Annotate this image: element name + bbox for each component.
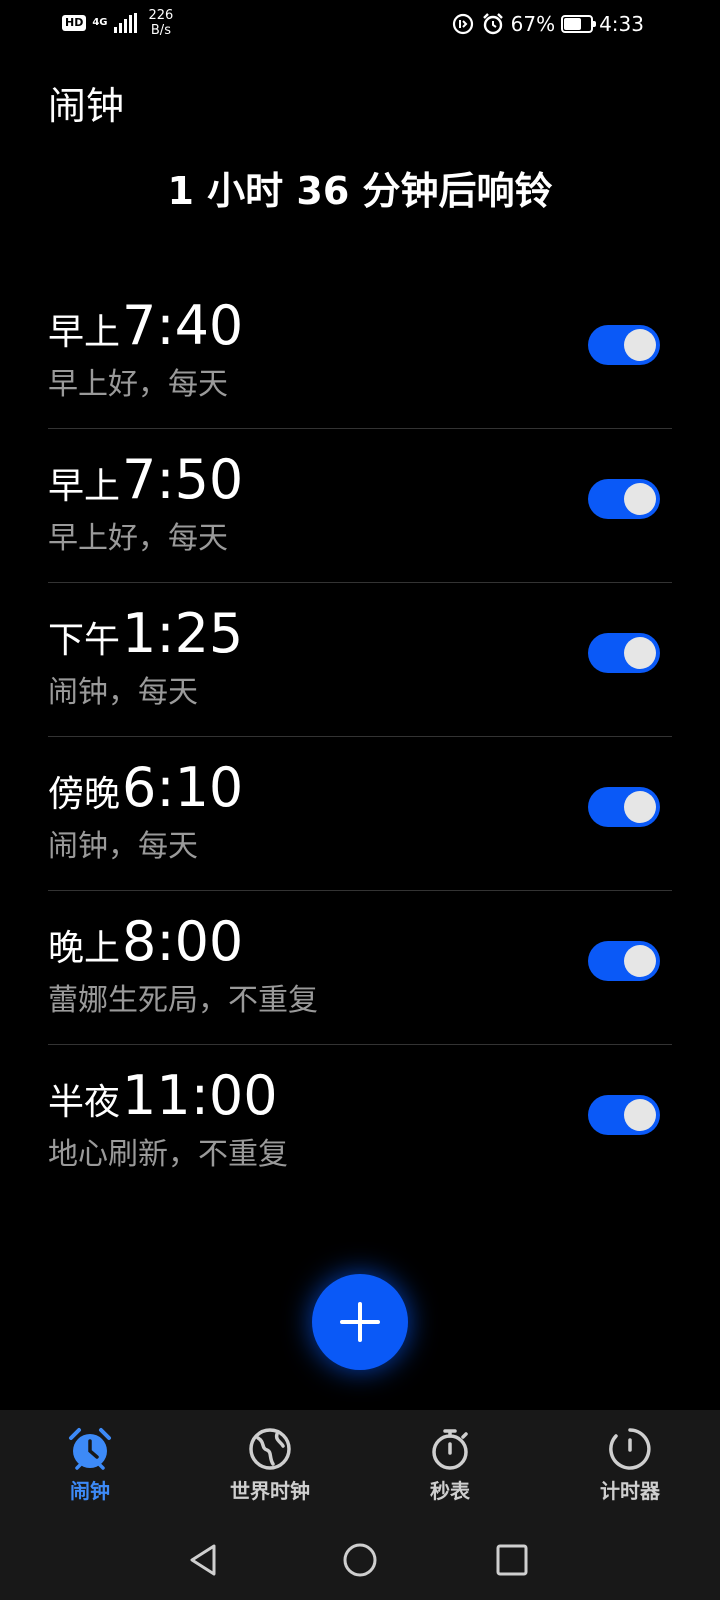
data-saver-icon <box>452 13 473 35</box>
alarm-time-row: 早上 7:40 <box>48 295 243 357</box>
alarm-toggle[interactable] <box>588 1095 660 1135</box>
alarm-item[interactable]: 晚上 8:00 蕾娜生死局，不重复 <box>48 891 672 1045</box>
alarm-period: 早上 <box>48 466 121 507</box>
alarm-time: 7:50 <box>122 448 244 511</box>
battery-percent: 67% <box>510 12 556 36</box>
alarm-time: 11:00 <box>122 1064 278 1127</box>
tab-label: 秒表 <box>430 1479 470 1503</box>
timer-icon <box>609 1428 651 1470</box>
toggle-knob <box>624 945 656 977</box>
add-alarm-button[interactable] <box>312 1274 408 1370</box>
alarm-label: 早上好，每天 <box>48 521 228 556</box>
alarm-toggle[interactable] <box>588 787 660 827</box>
page-title: 闹钟 <box>48 84 125 128</box>
toggle-knob <box>624 483 656 515</box>
back-icon[interactable] <box>184 1540 224 1580</box>
alarm-time: 7:40 <box>122 294 244 357</box>
alarm-item[interactable]: 下午 1:25 闹钟，每天 <box>48 583 672 737</box>
tab-stopwatch[interactable]: 秒表 <box>360 1410 540 1522</box>
clock-time-status: 4:33 <box>599 12 644 36</box>
tab-label: 世界时钟 <box>230 1479 310 1503</box>
alarm-time: 6:10 <box>122 756 244 819</box>
alarm-toggle[interactable] <box>588 325 660 365</box>
tab-timer[interactable]: 计时器 <box>540 1410 720 1522</box>
alarm-toggle[interactable] <box>588 479 660 519</box>
alarm-time-row: 早上 7:50 <box>48 449 243 511</box>
network-speed: 226 B/s <box>149 8 174 38</box>
tab-world-clock[interactable]: 世界时钟 <box>180 1410 360 1522</box>
status-right: 67% 4:33 <box>451 10 644 38</box>
tab-alarm[interactable]: 闹钟 <box>0 1410 180 1522</box>
alarm-time-row: 半夜 11:00 <box>48 1065 278 1127</box>
alarm-list: 早上 7:40 早上好，每天 早上 7:50 早上好，每天 下午 1:25 闹钟… <box>48 275 672 1199</box>
stopwatch-icon <box>432 1429 468 1470</box>
alarm-item[interactable]: 早上 7:50 早上好，每天 <box>48 429 672 583</box>
next-ring-text: 1 小时 36 分钟后响铃 <box>167 169 553 213</box>
status-left: HD 4G 226 B/s <box>62 8 173 38</box>
globe-icon <box>249 1428 291 1470</box>
alarm-period: 早上 <box>48 312 121 353</box>
alarm-clock-icon <box>69 1428 111 1470</box>
alarm-label: 闹钟，每天 <box>48 829 198 864</box>
alarm-time-row: 下午 1:25 <box>48 603 243 665</box>
battery-fill <box>564 18 582 30</box>
toggle-knob <box>624 1099 656 1131</box>
toggle-knob <box>624 329 656 361</box>
alarm-time: 8:00 <box>122 910 244 973</box>
alarm-time-row: 傍晚 6:10 <box>48 757 243 819</box>
alarm-label: 地心刷新，不重复 <box>48 1137 288 1172</box>
speed-unit: B/s <box>150 23 171 38</box>
alarm-period: 半夜 <box>48 1082 121 1123</box>
plus-icon <box>340 1302 380 1342</box>
signal-icon <box>113 13 137 33</box>
alarm-toggle[interactable] <box>588 941 660 981</box>
battery-icon <box>561 15 597 33</box>
bottom-nav: 闹钟 世界时钟 秒表 计时器 <box>0 1410 720 1522</box>
tab-label: 闹钟 <box>70 1479 110 1503</box>
alarm-item[interactable]: 早上 7:40 早上好，每天 <box>48 275 672 429</box>
toggle-knob <box>624 637 656 669</box>
alarm-time-row: 晚上 8:00 <box>48 911 243 973</box>
alarm-item[interactable]: 傍晚 6:10 闹钟，每天 <box>48 737 672 891</box>
alarm-period: 下午 <box>48 620 121 661</box>
toggle-knob <box>624 791 656 823</box>
network-type: 4G <box>92 17 108 28</box>
home-icon[interactable] <box>340 1540 380 1580</box>
alarm-status-icon <box>482 13 503 35</box>
alarm-label: 蕾娜生死局，不重复 <box>48 983 318 1018</box>
alarm-label: 早上好，每天 <box>48 367 228 402</box>
alarm-toggle[interactable] <box>588 633 660 673</box>
alarm-time: 1:25 <box>122 602 244 665</box>
alarm-label: 闹钟，每天 <box>48 675 198 710</box>
alarm-period: 晚上 <box>48 928 121 969</box>
alarm-item[interactable]: 半夜 11:00 地心刷新，不重复 <box>48 1045 672 1199</box>
recents-icon[interactable] <box>492 1540 532 1580</box>
status-bar: HD 4G 226 B/s 67% 4:33 <box>0 0 720 50</box>
hd-badge: HD <box>62 15 87 31</box>
speed-value: 226 <box>148 8 174 23</box>
alarm-period: 傍晚 <box>48 774 121 815</box>
system-nav-bar <box>0 1522 720 1600</box>
tab-label: 计时器 <box>600 1479 660 1503</box>
